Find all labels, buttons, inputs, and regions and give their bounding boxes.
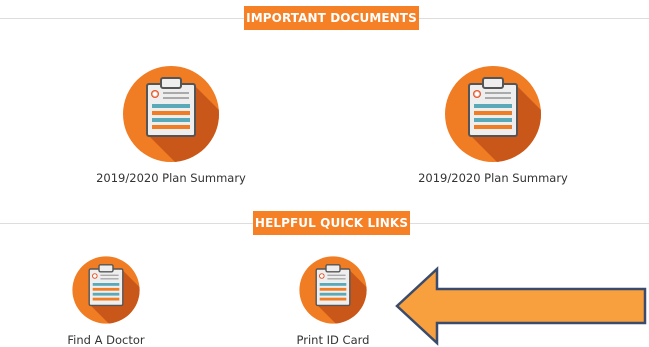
print-id-card-link[interactable]: Print ID Card — [273, 255, 393, 347]
left-arrow-icon — [395, 266, 647, 346]
plan-summary-label-1: 2019/2020 Plan Summary — [96, 171, 246, 185]
plan-summary-label-2: 2019/2020 Plan Summary — [418, 171, 568, 185]
quick-links-divider-right — [410, 223, 649, 224]
documents-divider-left — [0, 18, 244, 19]
documents-section-title: IMPORTANT DOCUMENTS — [244, 6, 419, 30]
quick-links-divider-left — [0, 223, 253, 224]
documents-divider-right — [419, 18, 649, 19]
find-a-doctor-label: Find A Doctor — [67, 333, 145, 347]
plan-summary-link-1[interactable]: 2019/2020 Plan Summary — [71, 64, 271, 185]
clipboard-document-icon — [445, 66, 541, 162]
print-id-card-label: Print ID Card — [296, 333, 370, 347]
plan-summary-link-2[interactable]: 2019/2020 Plan Summary — [393, 64, 593, 185]
clipboard-document-icon — [123, 66, 219, 162]
find-a-doctor-link[interactable]: Find A Doctor — [46, 255, 166, 347]
clipboard-document-icon — [72, 256, 140, 324]
quick-links-section-title: HELPFUL QUICK LINKS — [253, 211, 410, 235]
clipboard-document-icon — [299, 256, 367, 324]
